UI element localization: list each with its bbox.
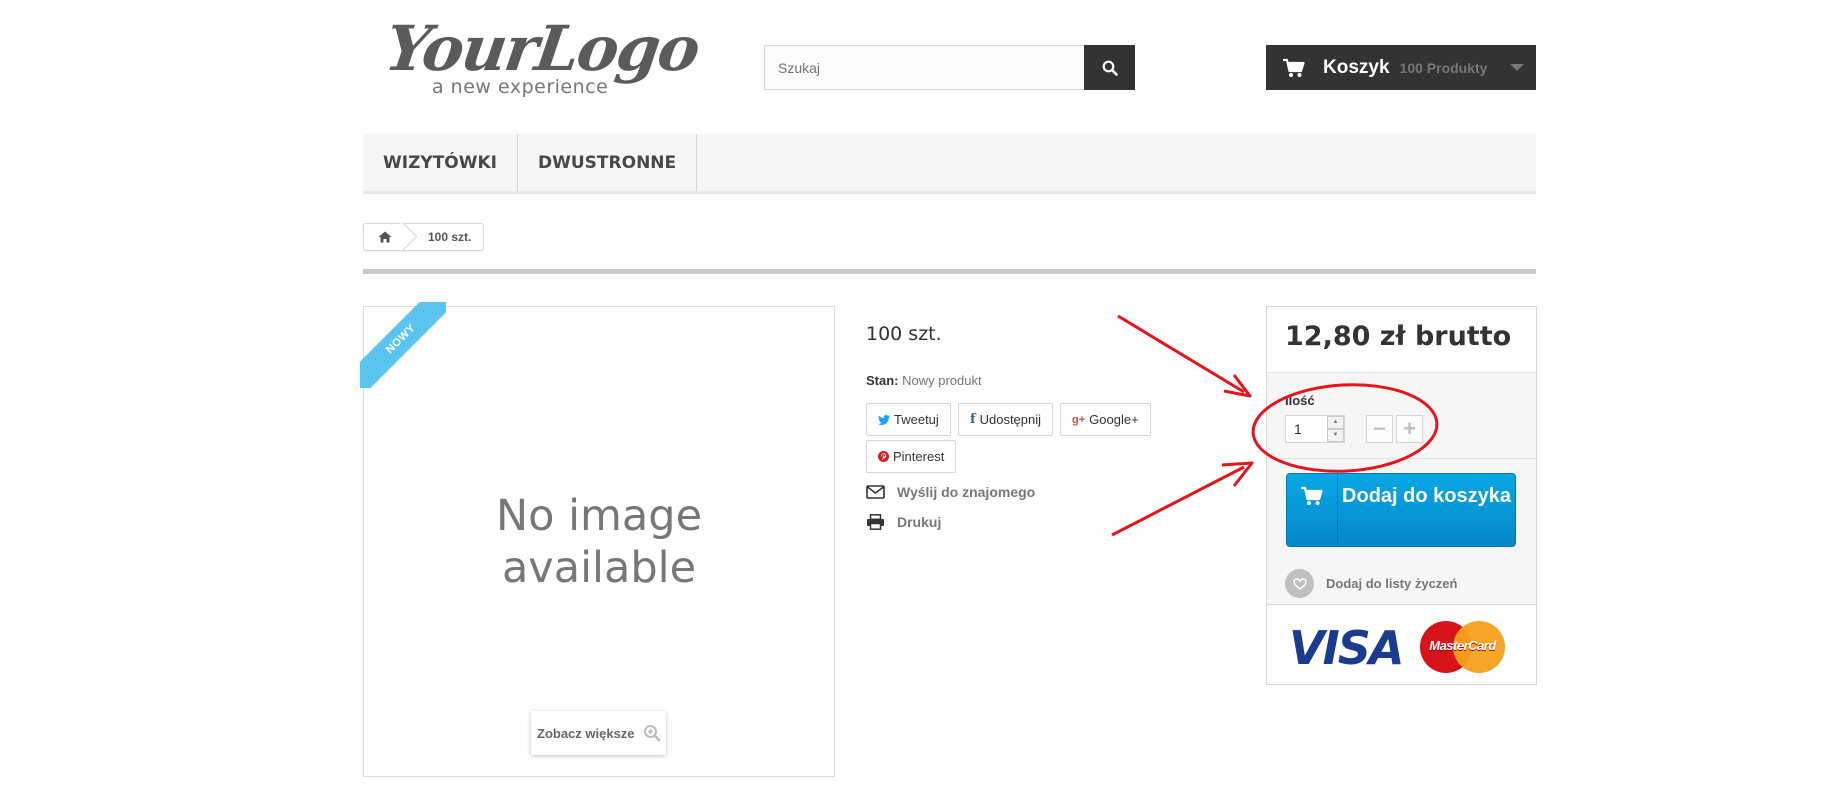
visa-logo: VISA xyxy=(1289,621,1404,675)
breadcrumb-current: 100 szt. xyxy=(428,230,472,244)
tweet-button[interactable]: Tweetuj xyxy=(866,403,951,436)
send-to-friend-link[interactable]: Wyślij do znajomego xyxy=(866,484,1035,500)
quantity-label: Ilość xyxy=(1285,393,1315,408)
mastercard-logo: MasterCard xyxy=(1420,621,1505,673)
buy-separator xyxy=(1267,458,1536,459)
print-label: Drukuj xyxy=(897,514,942,530)
printer-icon xyxy=(867,514,884,530)
cart-count: 100 Produkty xyxy=(1399,59,1488,76)
menu-item-dwustronne[interactable]: DWUSTRONNE xyxy=(518,134,698,191)
product-condition: Stan: Nowy produkt xyxy=(866,373,982,388)
no-image-placeholder: No image available xyxy=(364,490,834,594)
print-link[interactable]: Drukuj xyxy=(866,514,941,530)
cart-icon xyxy=(1283,58,1305,77)
home-icon xyxy=(378,231,392,243)
facebook-share-button[interactable]: f Udostępnij xyxy=(958,403,1054,436)
view-larger-button[interactable]: Zobacz większe xyxy=(531,711,666,755)
cart-label: Koszyk xyxy=(1323,56,1390,78)
facebook-share-label: Udostępnij xyxy=(979,412,1042,427)
add-to-cart-label: Dodaj do koszyka xyxy=(1342,485,1511,507)
search-icon xyxy=(1102,60,1118,76)
heart-icon xyxy=(1285,569,1314,598)
wishlist-label: Dodaj do listy życzeń xyxy=(1326,576,1458,591)
view-larger-label: Zobacz większe xyxy=(537,725,635,741)
menu-item-wizytowki[interactable]: WIZYTÓWKI xyxy=(363,134,519,191)
google-plus-icon: g+ xyxy=(1072,413,1086,426)
site-logo[interactable]: YourLogo a new experience xyxy=(381,12,703,104)
twitter-icon xyxy=(878,414,890,425)
no-image-line1: No image xyxy=(495,491,703,541)
logo-script-text: YourLogo xyxy=(380,12,703,85)
condition-value: Nowy produkt xyxy=(902,373,982,388)
annotation-arrow-bottom xyxy=(1111,461,1254,537)
pinterest-label: Pinterest xyxy=(893,449,945,464)
add-to-wishlist-link[interactable]: Dodaj do listy życzeń xyxy=(1285,569,1457,598)
main-menu: WIZYTÓWKI DWUSTRONNE xyxy=(363,134,1536,194)
add-to-cart-button[interactable]: Dodaj do koszyka xyxy=(1286,473,1516,547)
send-to-friend-label: Wyślij do znajomego xyxy=(897,484,1036,500)
product-title: 100 szt. xyxy=(866,323,942,345)
pinterest-icon xyxy=(878,451,889,462)
spinner-up-icon[interactable]: ▲ xyxy=(1327,416,1344,429)
search-input[interactable] xyxy=(765,46,1085,89)
google-plus-label: Google+ xyxy=(1089,412,1139,427)
annotation-arrow-top xyxy=(1117,314,1252,398)
cart-icon xyxy=(1301,486,1323,505)
add-to-cart-icon-box xyxy=(1287,474,1338,546)
breadcrumb-home[interactable] xyxy=(364,224,406,250)
no-image-line2: available xyxy=(501,543,697,593)
new-ribbon: NOWY xyxy=(360,302,446,388)
product-price: 12,80 zł brutto xyxy=(1285,321,1512,352)
quantity-plus-button[interactable]: + xyxy=(1396,415,1423,443)
header-divider xyxy=(363,269,1536,274)
payment-cards: VISA MasterCard xyxy=(1267,604,1536,684)
price-box: 12,80 zł brutto xyxy=(1267,307,1536,373)
quantity-spinner[interactable]: ▲ ▼ xyxy=(1327,416,1344,442)
buy-block: 12,80 zł brutto Ilość ▲ ▼ − + Dodaj do k… xyxy=(1266,306,1537,685)
search-bar xyxy=(764,45,1135,90)
google-plus-button[interactable]: g+ Google+ xyxy=(1060,403,1151,436)
new-ribbon-label: NOWY xyxy=(360,302,446,388)
facebook-icon: f xyxy=(970,412,976,427)
pinterest-button[interactable]: Pinterest xyxy=(866,440,957,473)
zoom-in-icon xyxy=(643,725,660,742)
quantity-minus-button[interactable]: − xyxy=(1366,415,1393,443)
logo-tagline: a new experience xyxy=(432,76,609,98)
cart-dropdown[interactable]: Koszyk 100 Produkty xyxy=(1266,45,1536,90)
mastercard-logo-text: MasterCard xyxy=(1429,638,1496,653)
search-button[interactable] xyxy=(1084,45,1135,90)
spinner-down-icon[interactable]: ▼ xyxy=(1327,429,1344,442)
condition-label: Stan: xyxy=(866,373,899,388)
chevron-down-icon xyxy=(1510,64,1524,71)
tweet-label: Tweetuj xyxy=(894,412,939,427)
breadcrumb: 100 szt. xyxy=(363,223,485,251)
envelope-icon xyxy=(866,485,885,499)
